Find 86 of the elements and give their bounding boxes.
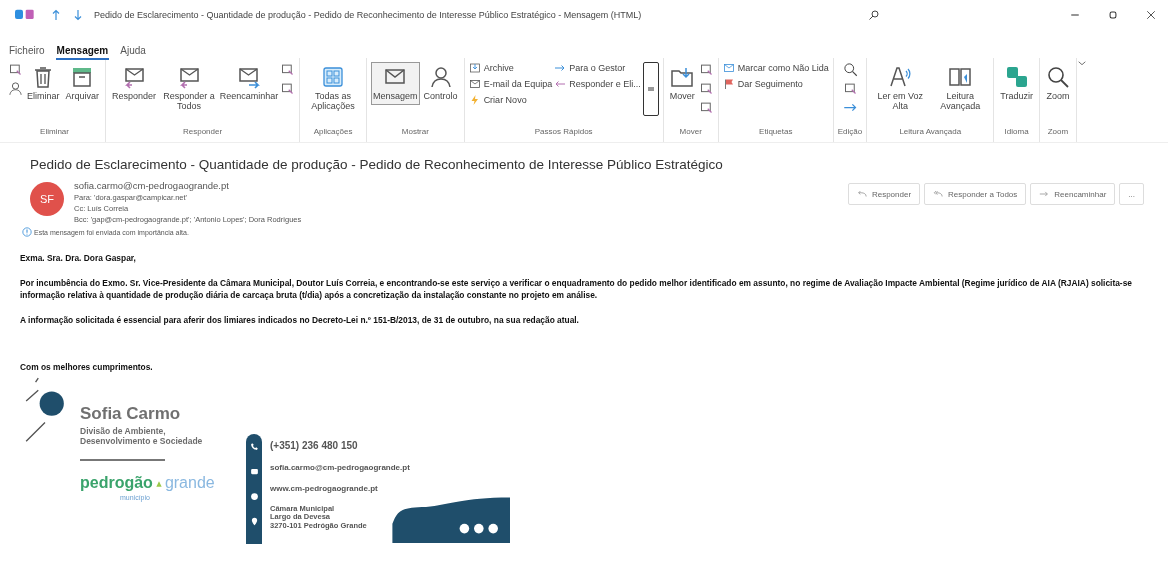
body-paragraph: Exma. Sra. Dra. Dora Gaspar, — [20, 253, 137, 265]
ribbon-button[interactable]: Traduzir — [998, 62, 1035, 105]
ribbon-button[interactable]: Mensagem — [371, 62, 420, 105]
envelope-icon — [249, 466, 259, 476]
close-icon[interactable] — [1146, 10, 1156, 20]
group-label: Aplicações — [313, 127, 353, 138]
leaf-icon — [154, 479, 163, 488]
book-icon — [948, 65, 973, 89]
group-label: Zoom — [1047, 127, 1069, 138]
division-name: Desenvolvimento e Sociedade — [80, 435, 203, 446]
ribbon-button[interactable]: Responder a Todos — [160, 62, 219, 115]
ribbon-button[interactable]: Controlo — [421, 62, 460, 105]
forward-icon — [1039, 189, 1050, 199]
sender-address: sofia.carmo@cm-pedrogaogrande.pt — [74, 180, 230, 191]
email-address: sofia.carmo@cm-pedrogaogrande.pt — [270, 462, 410, 472]
action-button[interactable]: Responder — [847, 183, 921, 205]
more-button[interactable] — [642, 62, 659, 116]
sender-avatar: SF — [30, 182, 64, 216]
ribbon-button[interactable]: Ler em Voz Alta — [871, 62, 930, 115]
group-label: Mover — [679, 127, 702, 138]
envelope-icon — [722, 62, 735, 74]
body-paragraph: A informação solicitada é essencial para aferir dos limiares indicados no Decreto-Lei n.º 151-B/2013, de 31 de outubro, na sua redação atual. — [20, 315, 580, 327]
signature-name: Sofia Carmo — [80, 403, 181, 424]
ribbon-button[interactable]: Reencaminhar — [220, 62, 279, 105]
message-subject: Pedido de Esclarecimento - Quantidade de produção - Pedido de Reconhecimento de Interesse Público Estratégico — [30, 157, 724, 172]
flag-icon — [722, 78, 735, 90]
division-name: Divisão de Ambiente, — [80, 425, 167, 436]
ribbon-button[interactable]: E-mail da Equipa — [468, 78, 553, 90]
down-arrow-icon[interactable] — [72, 9, 84, 21]
ribbon-button[interactable]: Mover — [667, 62, 697, 105]
action-button[interactable]: Reencaminhar — [1030, 183, 1116, 205]
folder-icon — [670, 65, 695, 89]
reply-icon — [122, 65, 147, 89]
window-title: Pedido de Esclarecimento - Quantidade de produção - Pedido de Reconhecimento de Interesse Público Estratégico - Mensagem (HTML) — [94, 10, 643, 20]
search-icon[interactable] — [868, 9, 880, 21]
ribbon-button[interactable]: Todas as Aplicações — [304, 62, 363, 115]
ribbon-button[interactable]: Dar Seguimento — [722, 78, 829, 90]
menu-tab[interactable]: Ajuda — [119, 43, 147, 60]
read-aloud-icon — [888, 65, 913, 89]
ribbon-button[interactable]: Para o Gestor — [554, 62, 641, 74]
reply-icon — [177, 65, 202, 89]
ribbon-button[interactable]: Leitura Avançada — [931, 62, 990, 115]
lines-icon — [646, 85, 655, 93]
logo-text: pedrogão — [80, 473, 153, 492]
menu-tab[interactable]: Ficheiro — [8, 43, 46, 60]
body-paragraph: Por incumbência do Exmo. Sr. Vice-Presidente da Câmara Municipal, Doutor Luís Correia, e encontrando-se este serviço a verificar o enquadramento do pedido melhor identificado em assunto, no regime de Avaliação Impacte Ambiental (Regime jurídico de AIA (RJAIA) solicita-se informação relativa à quantidade de produção diária de carcaça bruta (t/dia) após a concretização da instalação constante no projeto em análise. — [20, 278, 1133, 302]
group-label: Eliminar — [40, 127, 69, 138]
ribbon-button[interactable]: Eliminar — [25, 62, 62, 105]
group-label: Leitura Avançada — [899, 127, 962, 138]
group-label: Mostrar — [401, 127, 429, 138]
phone-icon — [249, 441, 259, 451]
restore-icon[interactable] — [1108, 10, 1118, 20]
pin-icon — [249, 516, 259, 526]
ribbon-button[interactable]: Criar Novo — [468, 94, 553, 106]
translate-icon — [1004, 65, 1029, 89]
envelope-icon — [468, 78, 481, 90]
up-arrow-icon[interactable] — [50, 9, 62, 21]
apps-icon — [321, 65, 346, 89]
action-button[interactable]: Responder a Todos — [924, 183, 1027, 205]
group-label: Idioma — [1004, 127, 1029, 138]
reply-icon — [856, 189, 867, 199]
website-address: www.cm-pedrogaogrande.pt — [270, 483, 379, 493]
group-label: Edição — [837, 127, 863, 138]
menu-tab[interactable]: Mensagem — [55, 43, 110, 60]
group-label: Passos Rápidos — [534, 127, 593, 138]
more-button[interactable]: ... — [1119, 183, 1144, 205]
group-label: Etiquetas — [759, 127, 793, 138]
ribbon-button[interactable]: Marcar como Não Lida — [722, 62, 829, 74]
zoom-icon[interactable] — [842, 62, 858, 77]
logo-text: grande — [164, 473, 215, 492]
info-icon — [22, 227, 32, 237]
zoom-icon — [1045, 65, 1070, 89]
ribbon-button[interactable]: Responder e Eli... — [554, 78, 641, 90]
ribbon-button[interactable]: Zoom — [1043, 62, 1072, 105]
ribbon-button[interactable]: Responder — [110, 62, 159, 105]
ribbon-button[interactable]: Archive — [468, 62, 553, 74]
closing-line: Com os melhores cumprimentos. — [20, 362, 154, 374]
forward-icon — [237, 65, 262, 89]
globe-icon — [249, 491, 259, 501]
phone-number: (+351) 236 480 150 — [270, 439, 359, 451]
person-icon — [428, 65, 453, 89]
reply-all-icon — [933, 189, 944, 199]
download-icon — [468, 62, 481, 74]
person-icon[interactable] — [8, 81, 23, 96]
group-label: Responder — [182, 127, 223, 138]
ribbon-button[interactable]: Arquivar — [63, 62, 102, 105]
